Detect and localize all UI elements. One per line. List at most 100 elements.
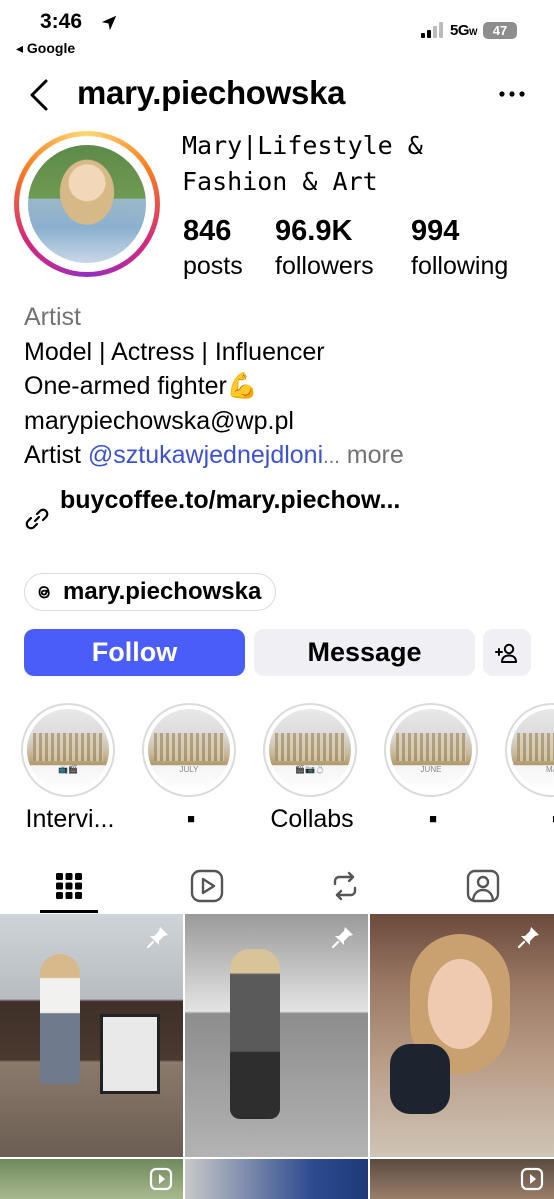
profile-tabs	[0, 858, 554, 913]
post-thumbnail[interactable]	[370, 1159, 554, 1199]
highlight-label: ▪	[428, 805, 438, 833]
highlight-collabs[interactable]: 🎬📷💍 Collabs	[263, 703, 359, 833]
profile-header: mary.piechowska	[0, 70, 554, 120]
flexed-biceps-emoji: 💪	[226, 372, 259, 400]
highlight-ring: JUNE	[384, 703, 478, 797]
bio-line-4: Artist @sztukawjednejdloni... more	[24, 438, 534, 475]
following-label: following	[411, 252, 509, 280]
post-thumbnail[interactable]	[0, 1159, 183, 1199]
status-bar: 3:46 ◂ Google 5GW 47	[0, 0, 554, 62]
post-figure	[230, 949, 280, 1119]
posts-count: 846	[183, 215, 232, 247]
profile-display-name: Mary|Lifestyle & Fashion & Art	[182, 128, 542, 200]
stat-posts[interactable]: 846 posts	[183, 213, 243, 283]
highlight-ring: MA	[505, 703, 554, 797]
followers-label: followers	[275, 252, 374, 280]
post-thumbnail[interactable]	[185, 1159, 368, 1199]
highlight-cover: 🎬📷💍	[269, 709, 351, 791]
reels-icon	[190, 869, 224, 902]
pin-icon	[331, 927, 353, 949]
reel-icon	[520, 1167, 544, 1191]
bio-link[interactable]: buycoffee.to/mary.piechow...	[24, 486, 544, 530]
stat-followers[interactable]: 96.9K followers	[275, 213, 374, 283]
avatar[interactable]	[28, 145, 146, 263]
status-time: 3:46	[40, 10, 83, 33]
back-to-google-link[interactable]: ◂ Google	[16, 40, 75, 57]
threads-icon	[38, 586, 50, 599]
highlight-trees	[517, 733, 554, 761]
highlight-mark: 🎬📷💍	[295, 765, 325, 774]
highlight-mark: MA	[546, 765, 554, 774]
highlight-ring: 📺🎬	[21, 703, 115, 797]
highlight-label: ▪	[505, 805, 554, 834]
back-arrow-icon[interactable]	[26, 78, 54, 112]
reel-icon	[149, 1167, 173, 1191]
highlight-label: Intervi...	[25, 805, 115, 833]
post-thumbnail[interactable]	[185, 914, 368, 1157]
stat-following[interactable]: 994 following	[411, 213, 508, 283]
highlight-trees	[154, 733, 224, 761]
active-tab-indicator	[40, 910, 98, 913]
bio-ellipsis: ...	[323, 446, 340, 468]
tagged-person-icon	[466, 869, 500, 902]
story-ring[interactable]	[14, 131, 160, 277]
bio-category: Artist	[24, 303, 81, 331]
bio-more-link[interactable]: more	[340, 441, 404, 469]
highlight-mark: JUNE	[420, 765, 442, 774]
bio-mention-link[interactable]: @sztukawjednejdloni	[88, 441, 323, 469]
highlight-trees	[396, 733, 466, 761]
followers-count: 96.9K	[275, 215, 353, 247]
bio-line-2-text: One-armed fighter	[24, 372, 227, 400]
more-options-icon[interactable]	[497, 82, 527, 106]
highlight-cover: MA	[511, 709, 554, 791]
network-sub-label: W	[469, 27, 478, 37]
follow-button[interactable]: Follow	[24, 629, 245, 676]
highlight-mark: 📺🎬	[58, 765, 78, 774]
tab-tagged[interactable]	[414, 858, 552, 913]
avatar-frame	[19, 136, 155, 272]
post-artwork	[100, 1014, 160, 1094]
pin-icon	[146, 927, 168, 949]
post-thumbnail[interactable]	[370, 914, 554, 1157]
pin-icon	[517, 927, 539, 949]
highlight-cover: JULY	[148, 709, 230, 791]
highlight-label: Collabs	[270, 805, 354, 833]
threads-badge[interactable]: mary.piechowska	[24, 573, 277, 611]
location-arrow-icon	[101, 15, 117, 31]
highlight-interviews[interactable]: 📺🎬 Intervi...	[21, 703, 117, 833]
display-name-line-1: Mary|Lifestyle &	[182, 131, 423, 160]
bio-line-2: One-armed fighter💪	[24, 369, 534, 404]
bio-line-4-prefix: Artist	[24, 441, 88, 469]
highlight-july[interactable]: JULY ▪	[142, 703, 238, 833]
highlight-trees	[275, 733, 345, 761]
highlight-mark: JULY	[179, 765, 199, 774]
network-label: 5G	[450, 22, 470, 39]
message-button[interactable]: Message	[254, 629, 475, 676]
suggested-users-button[interactable]	[483, 629, 531, 676]
tab-posts-grid[interactable]	[0, 858, 138, 913]
battery-indicator: 47	[483, 22, 517, 39]
post-thumbnail[interactable]	[0, 914, 183, 1157]
bio-line-1: Model | Actress | Influencer	[24, 337, 325, 366]
display-name-line-2: Fashion & Art	[182, 167, 378, 196]
tab-reposts[interactable]	[276, 858, 414, 913]
post-figure	[40, 954, 80, 1084]
highlight-clip: MA ▪	[505, 703, 554, 843]
highlight-cover: 📺🎬	[27, 709, 109, 791]
post-glove	[390, 1044, 450, 1114]
add-person-icon	[495, 643, 517, 663]
cellular-signal-icon	[421, 22, 443, 38]
highlight-june[interactable]: JUNE ▪	[384, 703, 480, 833]
following-count: 994	[411, 215, 460, 247]
highlight-may[interactable]: MA ▪	[505, 703, 554, 833]
bio-email[interactable]: marypiechowska@wp.pl	[24, 404, 534, 439]
tab-reels[interactable]	[138, 858, 276, 913]
highlight-ring: 🎬📷💍	[263, 703, 357, 797]
highlight-label: ▪	[186, 805, 196, 833]
bio-link-text[interactable]: buycoffee.to/mary.piechow...	[60, 486, 400, 515]
profile-bio: Artist Model | Actress | Influencer One-…	[24, 300, 534, 475]
highlight-cover: JUNE	[390, 709, 472, 791]
highlight-ring: JULY	[142, 703, 236, 797]
highlight-trees	[33, 733, 103, 761]
posts-grid	[0, 914, 554, 1199]
